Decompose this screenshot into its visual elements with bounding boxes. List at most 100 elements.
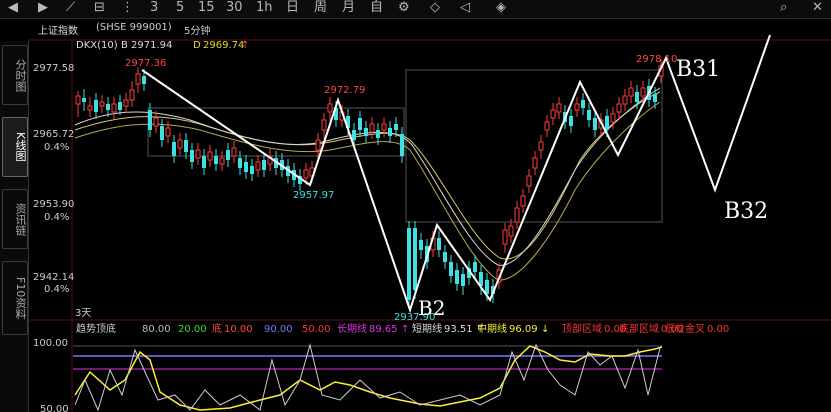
candle-body[interactable]	[526, 175, 532, 187]
candle-body[interactable]	[226, 150, 230, 160]
candle-body[interactable]	[419, 240, 423, 250]
candle-body[interactable]	[581, 100, 585, 108]
candle-body[interactable]	[207, 151, 213, 161]
candle-body[interactable]	[244, 162, 248, 172]
candle-body[interactable]	[321, 119, 327, 131]
y-label-2953: 2953.90	[33, 199, 74, 210]
candle-body[interactable]	[202, 156, 206, 168]
candle-body[interactable]	[502, 229, 508, 245]
candle-body[interactable]	[628, 87, 634, 97]
candle-body[interactable]	[508, 225, 514, 237]
candle-body[interactable]	[514, 207, 520, 223]
candle-body[interactable]	[461, 274, 465, 286]
osc-down-arrow: ↓	[541, 324, 549, 335]
candle-body[interactable]	[369, 123, 375, 133]
indicator-d-value: 2969.74	[203, 40, 244, 51]
candle-body[interactable]	[473, 262, 477, 272]
candle-body[interactable]	[449, 262, 453, 276]
candle-body[interactable]	[231, 147, 237, 157]
osc-item-value: 90.00	[264, 324, 293, 335]
candle-body[interactable]	[616, 103, 622, 113]
candle-body[interactable]	[610, 113, 616, 123]
indicator-b-label: B	[121, 40, 128, 51]
osc-item-value: 96.09	[509, 324, 538, 335]
candle-body[interactable]	[195, 149, 201, 159]
candle-body[interactable]	[569, 116, 573, 126]
chart-area[interactable]: DKX(10) B 2971.94 D 2969.74 ↑ 2977.58 29…	[0, 0, 831, 412]
range-box-2[interactable]	[405, 69, 663, 223]
candle-body[interactable]	[653, 94, 657, 102]
osc-item-value: 89.65	[369, 324, 398, 335]
osc-item-value: 20.00	[178, 324, 207, 335]
candle-body[interactable]	[550, 109, 556, 119]
candle-body[interactable]	[388, 128, 392, 136]
candle-body[interactable]	[153, 117, 159, 127]
candle-body[interactable]	[111, 103, 117, 113]
candle-body[interactable]	[238, 158, 242, 168]
osc-item-label: 短期线	[412, 322, 442, 335]
candle-body[interactable]	[394, 124, 398, 130]
candle-body[interactable]	[262, 160, 266, 170]
candle-body[interactable]	[327, 103, 333, 113]
days-label: 3天	[75, 308, 91, 319]
candle-body[interactable]	[142, 76, 146, 84]
candle-body[interactable]	[148, 110, 152, 130]
candle-body[interactable]	[532, 157, 538, 169]
candle-body[interactable]	[640, 87, 646, 97]
candle-body[interactable]	[75, 95, 81, 105]
osc-item-value: 93.51	[444, 324, 473, 335]
candle-body[interactable]	[184, 140, 188, 152]
candle-body[interactable]	[303, 169, 309, 179]
candle-body[interactable]	[255, 161, 261, 171]
candle-body[interactable]	[538, 141, 544, 151]
indicator-arrow: ↑	[241, 40, 249, 51]
y-label-2965: 2965.72	[33, 129, 74, 140]
y-label-pct-1: 0.4%	[44, 142, 69, 153]
candle-body[interactable]	[413, 228, 417, 290]
candle-body[interactable]	[364, 128, 368, 136]
candle-body[interactable]	[437, 238, 441, 250]
candle-body[interactable]	[381, 123, 387, 131]
candle-body[interactable]	[94, 100, 98, 112]
candle-body[interactable]	[455, 270, 459, 284]
candle-body[interactable]	[123, 99, 129, 107]
candle-body[interactable]	[556, 103, 562, 113]
candle-body[interactable]	[118, 102, 122, 110]
candle-body[interactable]	[635, 92, 639, 102]
osc-y-label-50: 50.00	[40, 404, 69, 412]
osc-short-line	[74, 343, 661, 412]
candle-body[interactable]	[190, 150, 194, 162]
candle-body[interactable]	[177, 139, 183, 149]
candle-body[interactable]	[135, 73, 141, 85]
osc-item-value: 0.00	[707, 324, 729, 335]
candle-body[interactable]	[574, 103, 580, 111]
candle-body[interactable]	[520, 195, 526, 207]
candle-body[interactable]	[214, 156, 218, 164]
candle-body[interactable]	[82, 98, 86, 102]
indicator-b-value: 2971.94	[131, 40, 172, 51]
candle-body[interactable]	[129, 89, 135, 101]
candle-body[interactable]	[106, 104, 110, 110]
candle-body[interactable]	[250, 166, 254, 174]
candle-body[interactable]	[593, 118, 597, 130]
candle-body[interactable]	[315, 139, 321, 151]
osc-item-value: 10.00	[224, 324, 253, 335]
candle-body[interactable]	[99, 101, 105, 107]
y-label-pct-3: 0.4%	[44, 284, 69, 295]
candle-body[interactable]	[87, 105, 93, 111]
candle-body[interactable]	[160, 126, 164, 140]
candle-body[interactable]	[172, 142, 176, 156]
candle-body[interactable]	[352, 130, 356, 140]
candle-body[interactable]	[587, 110, 591, 120]
candle-body[interactable]	[376, 130, 380, 138]
candle-body[interactable]	[165, 127, 171, 137]
candle-body[interactable]	[400, 134, 404, 156]
candle-body[interactable]	[544, 121, 550, 131]
candle-body[interactable]	[219, 157, 225, 165]
candle-body[interactable]	[358, 118, 362, 130]
candle-body[interactable]	[485, 280, 489, 294]
candle-body[interactable]	[443, 252, 447, 262]
candle-body[interactable]	[407, 228, 411, 300]
candle-body[interactable]	[622, 95, 628, 105]
candle-body[interactable]	[605, 116, 609, 130]
